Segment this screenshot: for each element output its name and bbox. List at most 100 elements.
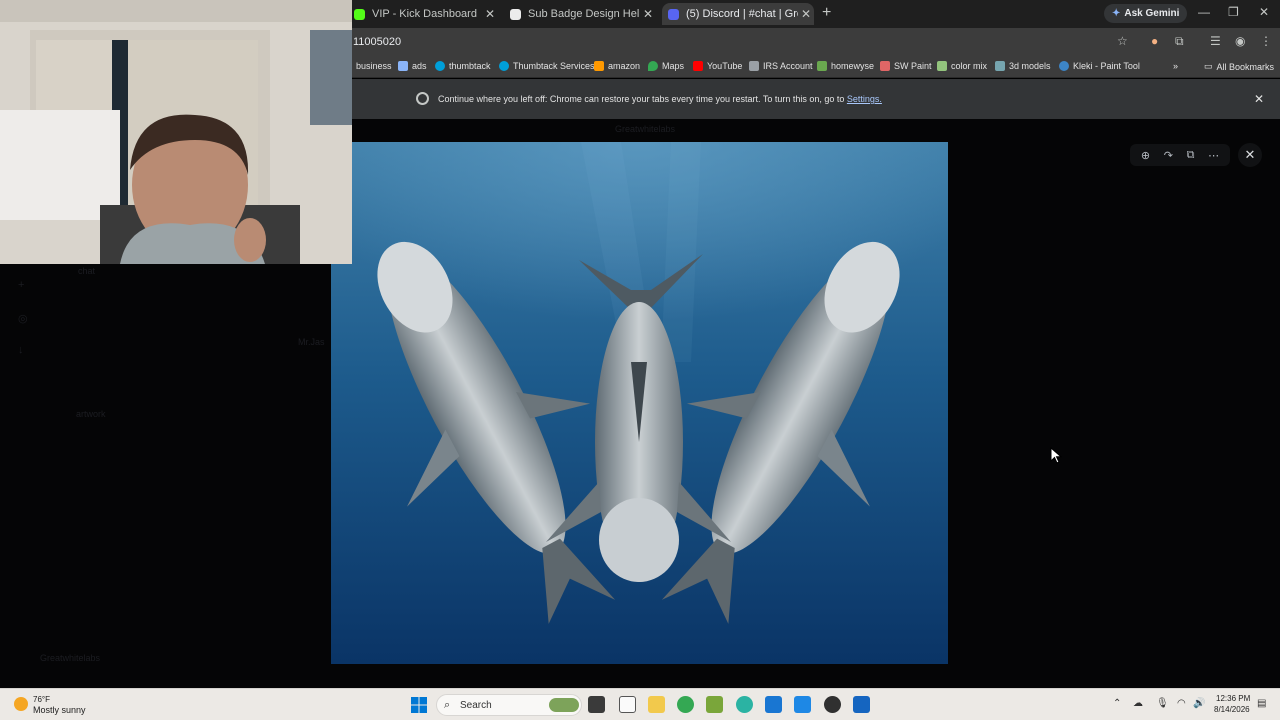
app-stack-icon[interactable] bbox=[706, 696, 723, 713]
image-viewer-toolbar: ⊕ ↷ ⧉ ⋯ bbox=[1130, 144, 1230, 166]
add-server-icon[interactable]: + bbox=[18, 279, 24, 291]
more-bookmarks-icon[interactable]: » bbox=[1173, 61, 1178, 71]
bookmark-ads[interactable]: ads bbox=[398, 61, 427, 71]
weather-sun-icon[interactable] bbox=[14, 697, 28, 711]
tab-title: VIP - Kick Dashboard bbox=[372, 8, 477, 20]
microphone-icon[interactable]: 🎙 bbox=[1156, 698, 1169, 709]
extension-avatar-icon[interactable]: ● bbox=[1151, 34, 1158, 48]
close-tab-icon[interactable]: ✕ bbox=[482, 7, 498, 21]
extensions-icon[interactable]: ⧉ bbox=[1175, 34, 1184, 49]
paint-icon bbox=[880, 61, 890, 71]
ads-icon bbox=[398, 61, 408, 71]
notifications-icon[interactable]: ▤ bbox=[1257, 698, 1266, 709]
search-highlight-icon bbox=[549, 698, 579, 712]
more-icon[interactable]: ⋯ bbox=[1208, 149, 1219, 162]
profile-icon[interactable]: ◉ bbox=[1235, 34, 1245, 48]
app-notes-icon[interactable] bbox=[765, 696, 782, 713]
task-view-icon[interactable] bbox=[588, 696, 605, 713]
bookmark-business[interactable]: business bbox=[356, 61, 392, 71]
channel-artwork[interactable]: artwork bbox=[76, 409, 106, 419]
clock-time[interactable]: 12:36 PM bbox=[1216, 694, 1250, 703]
forward-icon[interactable]: ↷ bbox=[1164, 149, 1173, 162]
windows-taskbar: 76°F Mostly sunny ⌕ Search ⌃ ☁ 🎙 ◠ 🔊 12:… bbox=[0, 688, 1280, 720]
folder-icon: ▭ bbox=[1204, 61, 1213, 71]
open-external-icon[interactable]: ⧉ bbox=[1187, 149, 1195, 162]
bookmark-color-mix[interactable]: color mix bbox=[937, 61, 987, 71]
bookmark-amazon[interactable]: amazon bbox=[594, 61, 640, 71]
tab-search-icon[interactable]: ☰ bbox=[1210, 34, 1221, 48]
app-calculator-icon[interactable] bbox=[853, 696, 870, 713]
screen: Greatwhitelabs chat Mr.Jas artwork Great… bbox=[0, 0, 1280, 720]
chatgpt-favicon-icon bbox=[510, 8, 521, 20]
close-tab-icon[interactable]: ✕ bbox=[798, 7, 814, 21]
maps-pin-icon bbox=[648, 61, 658, 71]
tab-sub-badge[interactable]: Sub Badge Design Help ✕ bbox=[504, 3, 656, 25]
thumbtack-icon bbox=[435, 61, 445, 71]
homewyse-icon bbox=[817, 61, 827, 71]
zoom-icon[interactable]: ⊕ bbox=[1141, 149, 1150, 162]
bookmark-label: IRS Account bbox=[763, 61, 813, 71]
bookmark-label: SW Paint bbox=[894, 61, 932, 71]
bookmark-label: amazon bbox=[608, 61, 641, 71]
wifi-icon[interactable]: ◠ bbox=[1177, 698, 1186, 709]
thumbtack-icon bbox=[499, 61, 509, 71]
close-viewer-button[interactable]: ✕ bbox=[1238, 143, 1262, 167]
chrome-taskbar-icon[interactable] bbox=[677, 696, 694, 713]
close-tab-icon[interactable]: ✕ bbox=[640, 7, 656, 21]
minimize-icon[interactable]: — bbox=[1198, 5, 1210, 19]
notepad-icon[interactable] bbox=[619, 696, 636, 713]
bookmark-thumbtack-services[interactable]: Thumbtack Services bbox=[499, 61, 595, 71]
all-bookmarks[interactable]: ▭ All Bookmarks bbox=[1204, 61, 1274, 72]
irs-icon bbox=[749, 61, 759, 71]
obs-icon[interactable] bbox=[824, 696, 841, 713]
bookmark-homewyse[interactable]: homewyse bbox=[817, 61, 874, 71]
amazon-icon bbox=[594, 61, 604, 71]
ask-gemini-button[interactable]: ✦ Ask Gemini bbox=[1104, 4, 1188, 23]
bookmark-kleki[interactable]: Kleki - Paint Tool bbox=[1059, 61, 1140, 71]
bookmark-thumbtack[interactable]: thumbtack bbox=[435, 61, 491, 71]
show-hidden-icons-icon[interactable]: ⌃ bbox=[1113, 698, 1121, 709]
infobar-message: Continue where you left off: Chrome can … bbox=[438, 94, 882, 104]
file-explorer-icon[interactable] bbox=[648, 696, 665, 713]
bookmark-3d-models[interactable]: 3d models bbox=[995, 61, 1051, 71]
infobar-text: Continue where you left off: Chrome can … bbox=[438, 94, 845, 104]
3d-models-icon bbox=[995, 61, 1005, 71]
taskbar-search[interactable]: ⌕ Search bbox=[436, 694, 582, 716]
tab-discord[interactable]: (5) Discord | #chat | Greatwhite ✕ bbox=[662, 3, 814, 25]
new-tab-button[interactable]: + bbox=[822, 4, 831, 22]
bookmark-sw-paint[interactable]: SW Paint bbox=[880, 61, 932, 71]
bookmark-maps[interactable]: Maps bbox=[648, 61, 684, 71]
bookmark-youtube[interactable]: YouTube bbox=[693, 61, 742, 71]
tab-title: (5) Discord | #chat | Greatwhite bbox=[686, 8, 798, 20]
download-icon[interactable]: ↓ bbox=[18, 344, 24, 356]
weather-condition[interactable]: Mostly sunny bbox=[33, 705, 86, 715]
channel-chat[interactable]: chat bbox=[78, 266, 95, 276]
volume-icon[interactable]: 🔊 bbox=[1193, 698, 1205, 709]
bookmark-star-icon[interactable]: ☆ bbox=[1117, 34, 1128, 48]
bookmark-label: YouTube bbox=[707, 61, 743, 71]
viewer-image[interactable] bbox=[331, 142, 948, 664]
onedrive-icon[interactable]: ☁ bbox=[1133, 698, 1143, 709]
browser-menu-icon[interactable]: ⋮ bbox=[1260, 34, 1272, 48]
kleki-icon bbox=[1059, 61, 1069, 71]
app-globe-icon[interactable] bbox=[736, 696, 753, 713]
tab-title: Sub Badge Design Help bbox=[528, 8, 640, 20]
explore-icon[interactable]: ◎ bbox=[18, 312, 28, 325]
message-author: Mr.Jas bbox=[298, 337, 325, 347]
webcam-overlay bbox=[0, 0, 352, 264]
close-window-icon[interactable]: ✕ bbox=[1259, 5, 1269, 19]
server-title: Greatwhitelabs bbox=[615, 124, 676, 134]
bookmark-label: 3d models bbox=[1009, 61, 1051, 71]
windows-start-icon[interactable] bbox=[411, 697, 427, 713]
user-panel-name: Greatwhitelabs bbox=[40, 653, 101, 663]
weather-temp[interactable]: 76°F bbox=[33, 695, 50, 704]
infobar-close-icon[interactable]: ✕ bbox=[1254, 92, 1264, 106]
restore-icon[interactable]: ❐ bbox=[1228, 5, 1239, 19]
address-bar[interactable]: 11005020 bbox=[353, 36, 401, 48]
clock-date[interactable]: 8/14/2026 bbox=[1214, 705, 1250, 714]
tab-kick[interactable]: VIP - Kick Dashboard ✕ bbox=[348, 3, 498, 25]
settings-link[interactable]: Settings. bbox=[847, 94, 882, 104]
bookmark-irs[interactable]: IRS Account bbox=[749, 61, 813, 71]
app-paint-icon[interactable] bbox=[794, 696, 811, 713]
kick-favicon-icon bbox=[354, 8, 365, 20]
